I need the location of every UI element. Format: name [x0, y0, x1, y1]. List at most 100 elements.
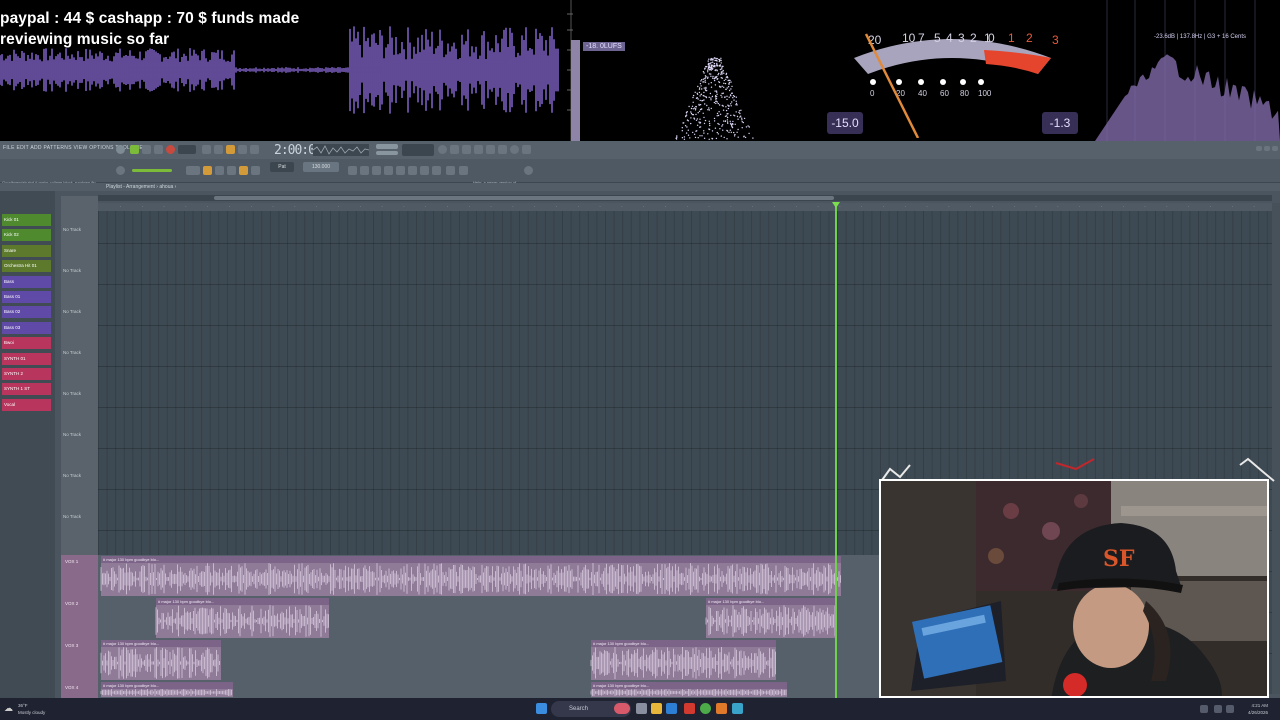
browser-app-icon[interactable]	[666, 703, 677, 714]
tempo-field[interactable]: 130.000	[303, 162, 339, 172]
weather-widget[interactable]: 36°F Mostly cloudy	[18, 702, 45, 716]
channel-item[interactable]: Bass 03	[2, 321, 51, 334]
slip-tool-icon[interactable]	[251, 166, 260, 175]
volume-icon[interactable]	[1226, 705, 1234, 713]
ruler-tick: ·	[250, 204, 252, 209]
ruler-tick: ·	[228, 204, 231, 209]
master-pitch-slider[interactable]	[132, 169, 172, 172]
view-mixer-icon[interactable]	[348, 166, 357, 175]
channel-item[interactable]: Bass 02	[2, 306, 51, 319]
view-plugin-icon[interactable]	[396, 166, 405, 175]
channel-item[interactable]: Kick 01	[2, 214, 51, 226]
channel-item[interactable]: SYNTH 1 ST	[2, 383, 51, 396]
track-label[interactable]: No Track	[63, 350, 81, 355]
record-app-icon[interactable]	[684, 703, 695, 714]
task-view-icon[interactable]	[636, 703, 647, 714]
channel-item[interactable]: SYNTH 2	[2, 368, 51, 380]
close-icon[interactable]	[1272, 146, 1278, 151]
ruler-tick: ·	[795, 204, 797, 209]
vertical-scrollbar[interactable]	[1272, 203, 1280, 694]
track-label[interactable]: No Track	[63, 227, 81, 232]
play-icon[interactable]	[142, 145, 151, 154]
vu-top-tick-label: 7	[918, 31, 925, 45]
tempo-display[interactable]	[178, 145, 196, 154]
paint-tool-icon[interactable]	[215, 166, 224, 175]
view-channel-icon[interactable]	[360, 166, 369, 175]
help-icon[interactable]	[474, 145, 483, 154]
view-script-icon[interactable]	[432, 166, 441, 175]
snap-icon[interactable]	[438, 145, 447, 154]
channel-item[interactable]: Kick 02	[2, 229, 51, 242]
channel-item[interactable]: Snare	[2, 244, 51, 257]
view-touch-icon[interactable]	[420, 166, 429, 175]
channel-item[interactable]: Orchestra Hit 01	[2, 260, 51, 273]
step-edit-icon[interactable]	[250, 145, 259, 154]
channel-item[interactable]: SYNTH 01	[2, 352, 51, 365]
system-clock[interactable]: 4:21 AM 4/26/2026	[1248, 702, 1268, 716]
plugin-picker-icon[interactable]	[522, 145, 531, 154]
playlist-icon[interactable]	[450, 145, 459, 154]
track-label[interactable]: No Track	[63, 514, 81, 519]
view-playlist-icon[interactable]	[408, 166, 417, 175]
record-icon[interactable]	[166, 145, 175, 154]
channel-item[interactable]: Bwoi	[2, 337, 51, 350]
mixer-icon[interactable]	[498, 145, 507, 154]
channel-rack-icon[interactable]	[486, 145, 495, 154]
fl-studio-app-icon[interactable]	[716, 703, 727, 714]
update-icon[interactable]	[524, 166, 533, 175]
timeline-ruler[interactable]: · · · · · · · · · · · · · · · · · · · · · · · · · · · · · · · · · · · · · · · ·…	[98, 203, 1277, 211]
audio-track-label: VOX 3	[65, 643, 79, 648]
loop-record-icon[interactable]	[238, 145, 247, 154]
countdown-icon[interactable]	[226, 145, 235, 154]
view-video-icon[interactable]	[459, 166, 468, 175]
search-highlight-icon[interactable]	[614, 703, 630, 714]
maximize-icon[interactable]	[1264, 146, 1270, 151]
tray-chevron-icon[interactable]	[1200, 705, 1208, 713]
screen: paypal : 44 $ cashapp : 70 $ funds made …	[0, 0, 1280, 720]
view-info-icon[interactable]	[446, 166, 455, 175]
channel-item[interactable]: Bass 01	[2, 291, 51, 303]
track-label[interactable]: No Track	[63, 268, 81, 273]
file-explorer-icon[interactable]	[651, 703, 662, 714]
piano-roll-icon[interactable]	[462, 145, 471, 154]
ruler-tick: ·	[163, 204, 165, 209]
stop-icon[interactable]	[154, 145, 163, 154]
weather-icon[interactable]: ☁	[4, 703, 15, 714]
draw-tool-icon[interactable]	[203, 166, 212, 175]
discord-app-icon[interactable]	[732, 703, 743, 714]
minimize-icon[interactable]	[1256, 146, 1262, 151]
menu-items[interactable]: FILE EDIT ADD PATTERNS VIEW OPTIONS TOOL…	[3, 145, 150, 151]
main-volume-knob[interactable]	[116, 166, 125, 175]
scrollbar-thumb[interactable]	[214, 196, 834, 200]
oscilloscope-monitor	[313, 144, 369, 156]
ruler-tick: ·	[1122, 204, 1124, 209]
metronome-icon[interactable]	[202, 145, 211, 154]
record-mode-icon[interactable]	[116, 145, 125, 154]
track-label[interactable]: No Track	[63, 473, 81, 478]
ruler-tick: ·	[991, 204, 994, 209]
channel-item[interactable]: Bass	[2, 275, 51, 288]
track-label[interactable]: No Track	[63, 391, 81, 396]
playhead[interactable]	[835, 203, 837, 698]
step-mode-icon[interactable]	[186, 166, 200, 175]
track-label[interactable]: No Track	[63, 309, 81, 314]
delete-tool-icon[interactable]	[227, 166, 236, 175]
network-icon[interactable]	[1214, 705, 1222, 713]
horizontal-scrollbar[interactable]	[98, 195, 1272, 201]
ruler-tick: ·	[621, 204, 623, 209]
track-label[interactable]: No Track	[63, 432, 81, 437]
vu-top-tick-label: 5	[934, 31, 941, 45]
view-browser-icon[interactable]	[384, 166, 393, 175]
start-icon[interactable]	[536, 703, 547, 714]
pattern-song-toggle[interactable]	[130, 145, 139, 154]
view-piano-icon[interactable]	[372, 166, 381, 175]
chrome-icon[interactable]	[700, 703, 711, 714]
ruler-tick: ·	[686, 204, 688, 209]
vu-top-tick-label: 3	[1052, 33, 1059, 47]
channel-item[interactable]: Vocal	[2, 398, 51, 411]
playhead-marker-icon[interactable]	[832, 202, 840, 208]
browser-icon[interactable]	[510, 145, 519, 154]
pattern-selector[interactable]: Pat	[270, 162, 294, 172]
mute-tool-icon[interactable]	[239, 166, 248, 175]
wait-input-icon[interactable]	[214, 145, 223, 154]
